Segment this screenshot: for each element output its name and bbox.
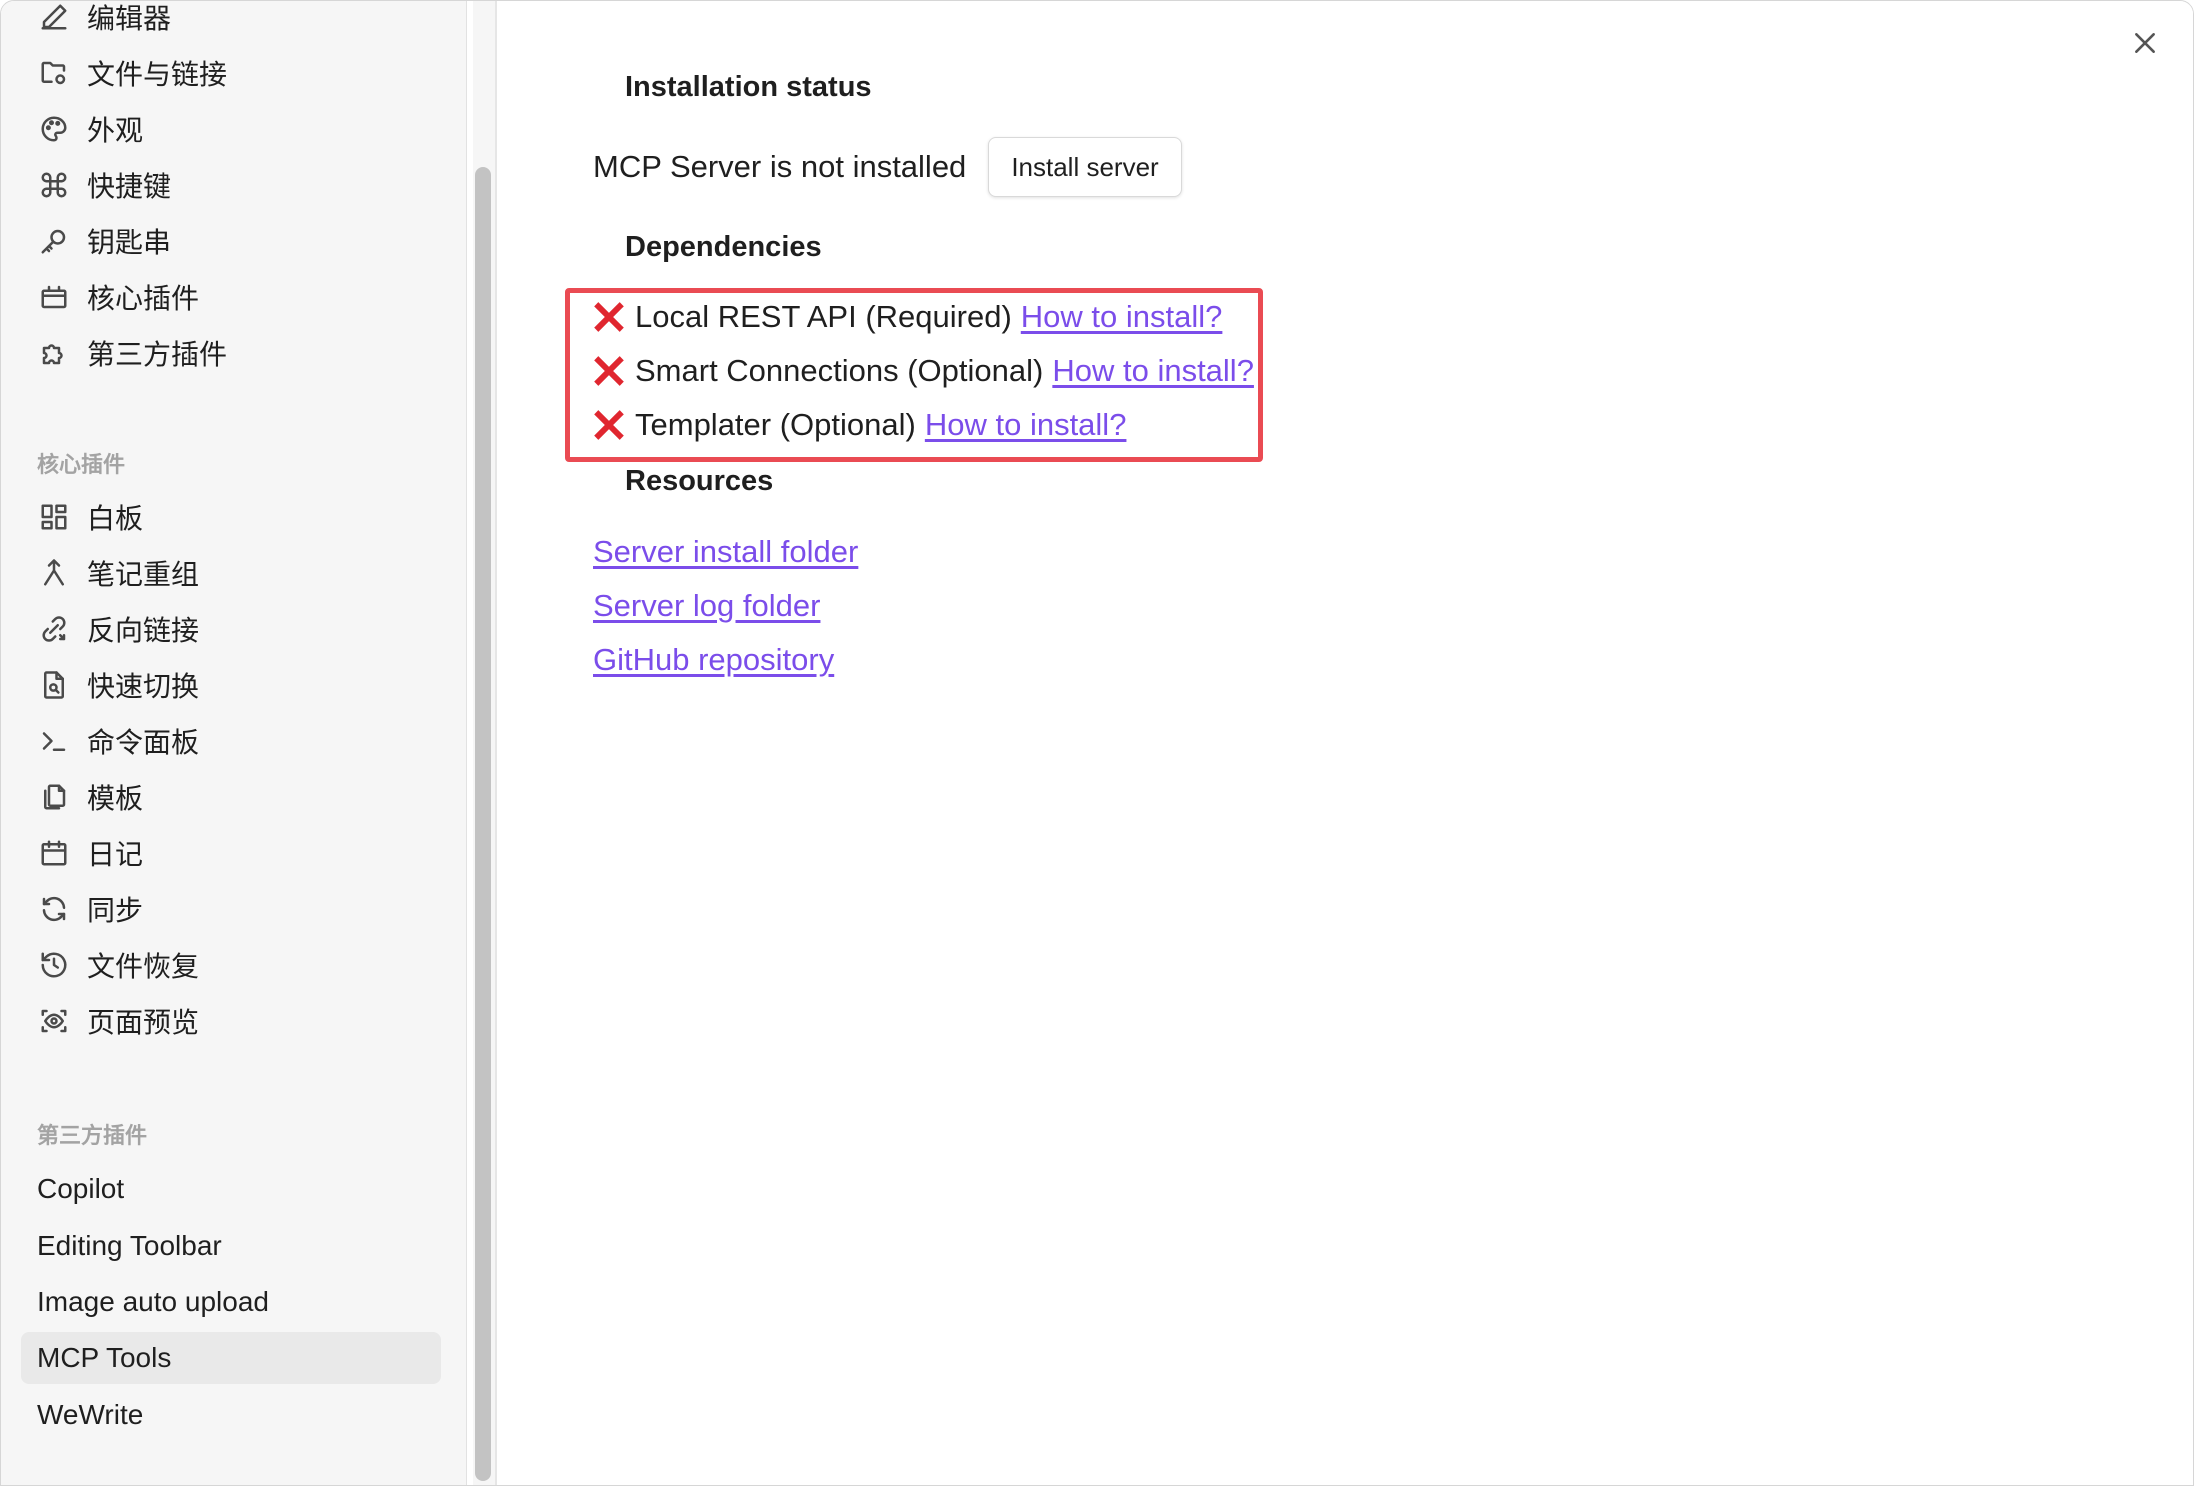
sidebar-item-label: 反向链接 bbox=[87, 615, 200, 646]
file-search-icon bbox=[37, 668, 71, 702]
preview-icon bbox=[37, 1004, 71, 1038]
settings-window: 编辑器 文件与链接 外观 快捷键 钥匙串 核心插件 第三方插件 核心插件 白板 … bbox=[0, 0, 2194, 1486]
resources-heading: Resources bbox=[625, 465, 774, 497]
sidebar-item-label: 同步 bbox=[87, 895, 144, 926]
sidebar-item-label: WeWrite bbox=[37, 1399, 144, 1430]
server-log-folder-link[interactable]: Server log folder bbox=[593, 588, 820, 624]
key-icon bbox=[37, 224, 71, 258]
sidebar-item-canvas[interactable]: 白板 bbox=[21, 491, 441, 543]
puzzle-icon bbox=[37, 336, 71, 370]
sidebar-item-label: 文件与链接 bbox=[87, 59, 228, 90]
how-to-install-link[interactable]: How to install? bbox=[925, 407, 1127, 443]
installation-status-heading: Installation status bbox=[625, 71, 872, 103]
settings-content: Installation status MCP Server is not in… bbox=[499, 1, 2193, 1485]
sidebar-item-keychain[interactable]: 钥匙串 bbox=[21, 215, 441, 267]
folder-gear-icon bbox=[37, 56, 71, 90]
sidebar-item-editor[interactable]: 编辑器 bbox=[21, 1, 441, 43]
sidebar-item-label: Editing Toolbar bbox=[37, 1230, 222, 1261]
sidebar-item-daily-notes[interactable]: 日记 bbox=[21, 827, 441, 879]
sidebar-item-label: 第三方插件 bbox=[87, 339, 228, 370]
section-header-core-plugins: 核心插件 bbox=[37, 452, 126, 477]
sidebar-item-core-plugins[interactable]: 核心插件 bbox=[21, 271, 441, 323]
sidebar-item-label: 文件恢复 bbox=[87, 951, 200, 982]
dependencies-heading: Dependencies bbox=[625, 231, 822, 263]
sync-icon bbox=[37, 892, 71, 926]
sidebar-item-hotkeys[interactable]: 快捷键 bbox=[21, 159, 441, 211]
error-x-icon bbox=[593, 409, 625, 441]
sidebar-item-backlinks[interactable]: 反向链接 bbox=[21, 603, 441, 655]
sidebar-item-label: 模板 bbox=[87, 783, 144, 814]
sidebar-item-sync[interactable]: 同步 bbox=[21, 883, 441, 935]
sidebar-item-command-palette[interactable]: 命令面板 bbox=[21, 715, 441, 767]
close-icon bbox=[2135, 33, 2155, 53]
sidebar-item-wewrite[interactable]: WeWrite bbox=[21, 1389, 441, 1441]
sidebar-item-appearance[interactable]: 外观 bbox=[21, 103, 441, 155]
sidebar-item-editing-toolbar[interactable]: Editing Toolbar bbox=[21, 1220, 441, 1272]
sidebar-item-image-auto-upload[interactable]: Image auto upload bbox=[21, 1276, 441, 1328]
sidebar-item-label: 快捷键 bbox=[87, 171, 172, 202]
palette-icon bbox=[37, 112, 71, 146]
copy-icon bbox=[37, 780, 71, 814]
dependency-row-smart-connections: Smart Connections (Optional) How to inst… bbox=[593, 353, 1254, 389]
sidebar-item-file-recovery[interactable]: 文件恢复 bbox=[21, 939, 441, 991]
terminal-icon bbox=[37, 724, 71, 758]
sidebar-item-templates[interactable]: 模板 bbox=[21, 771, 441, 823]
error-x-icon bbox=[593, 301, 625, 333]
calendar-icon bbox=[37, 836, 71, 870]
merge-icon bbox=[37, 556, 71, 590]
briefcase-icon bbox=[37, 280, 71, 314]
sidebar-item-label: 钥匙串 bbox=[87, 227, 172, 258]
sidebar-item-page-preview[interactable]: 页面预览 bbox=[21, 995, 441, 1047]
sidebar-item-label: 页面预览 bbox=[87, 1007, 200, 1038]
server-status-text: MCP Server is not installed bbox=[593, 149, 967, 184]
sidebar-item-label: 笔记重组 bbox=[87, 559, 200, 590]
server-status-row: MCP Server is not installed Install serv… bbox=[593, 137, 1182, 197]
close-button[interactable] bbox=[2125, 23, 2165, 63]
sidebar-item-label: 核心插件 bbox=[87, 283, 200, 314]
how-to-install-link[interactable]: How to install? bbox=[1021, 299, 1223, 335]
sidebar-item-label: Image auto upload bbox=[37, 1286, 269, 1317]
section-header-community-plugins: 第三方插件 bbox=[37, 1123, 148, 1148]
dependency-label: Smart Connections (Optional) bbox=[635, 353, 1044, 388]
sidebar-item-mcp-tools[interactable]: MCP Tools bbox=[21, 1332, 441, 1384]
sidebar-item-label: MCP Tools bbox=[37, 1342, 172, 1373]
sidebar-item-files-links[interactable]: 文件与链接 bbox=[21, 47, 441, 99]
pencil-icon bbox=[37, 1, 71, 34]
sidebar-item-label: 白板 bbox=[87, 503, 144, 534]
history-icon bbox=[37, 948, 71, 982]
dependency-row-templater: Templater (Optional) How to install? bbox=[593, 407, 1126, 443]
sidebar-item-copilot[interactable]: Copilot bbox=[21, 1163, 441, 1215]
sidebar-item-label: Copilot bbox=[37, 1173, 125, 1204]
command-icon bbox=[37, 168, 71, 202]
sidebar-item-label: 外观 bbox=[87, 115, 144, 146]
backlink-icon bbox=[37, 612, 71, 646]
sidebar-item-quick-switcher[interactable]: 快速切换 bbox=[21, 659, 441, 711]
how-to-install-link[interactable]: How to install? bbox=[1052, 353, 1254, 389]
sidebar-item-community-plugins[interactable]: 第三方插件 bbox=[21, 327, 441, 379]
grid-icon bbox=[37, 500, 71, 534]
sidebar-item-label: 编辑器 bbox=[87, 3, 172, 34]
dependency-label: Local REST API (Required) bbox=[635, 299, 1012, 334]
sidebar-item-label: 快速切换 bbox=[87, 671, 200, 702]
dependency-row-local-rest-api: Local REST API (Required) How to install… bbox=[593, 299, 1222, 335]
github-repository-link[interactable]: GitHub repository bbox=[593, 642, 834, 678]
sidebar-scrollbar-thumb[interactable] bbox=[475, 167, 491, 1481]
error-x-icon bbox=[593, 355, 625, 387]
install-server-button[interactable]: Install server bbox=[988, 137, 1182, 197]
sidebar-item-label: 日记 bbox=[87, 839, 144, 870]
settings-sidebar: 编辑器 文件与链接 外观 快捷键 钥匙串 核心插件 第三方插件 核心插件 白板 … bbox=[1, 1, 467, 1485]
server-install-folder-link[interactable]: Server install folder bbox=[593, 534, 858, 570]
sidebar-item-label: 命令面板 bbox=[87, 727, 200, 758]
sidebar-item-note-composer[interactable]: 笔记重组 bbox=[21, 547, 441, 599]
dependency-label: Templater (Optional) bbox=[635, 407, 916, 442]
